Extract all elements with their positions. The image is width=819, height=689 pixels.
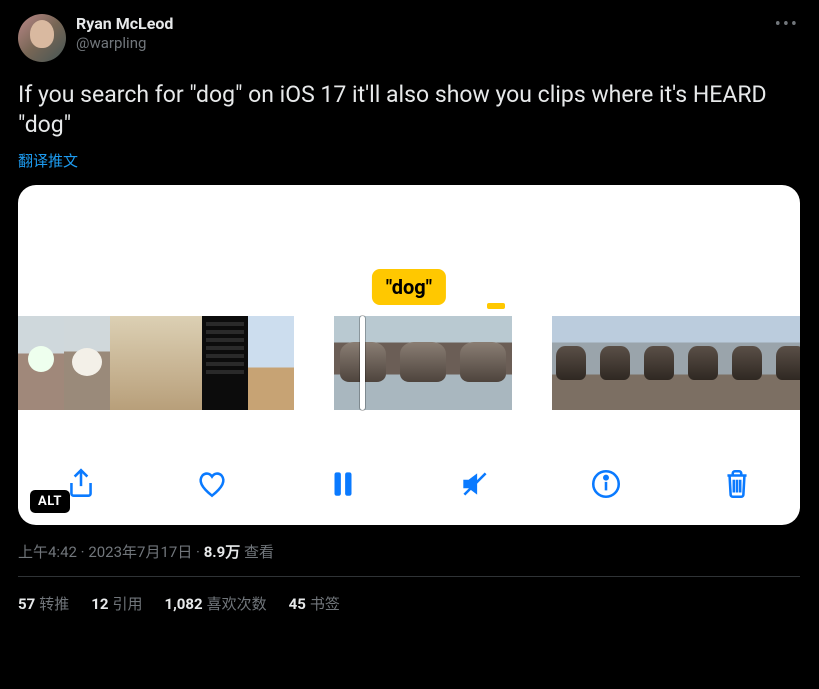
trash-icon[interactable] (718, 465, 756, 503)
stat-retweets[interactable]: 57转推 (18, 593, 69, 614)
meta-time[interactable]: 上午4:42 (18, 543, 77, 561)
stat-bookmarks[interactable]: 45书签 (289, 593, 340, 614)
more-icon[interactable]: ••• (775, 14, 799, 35)
thumbnail (728, 316, 772, 410)
translate-link[interactable]: 翻译推文 (18, 150, 801, 171)
thumbnail (202, 316, 248, 410)
media-toolbar (18, 465, 800, 503)
thumbnail (156, 316, 202, 410)
display-name: Ryan McLeod (76, 14, 173, 34)
info-icon[interactable] (587, 465, 625, 503)
views-count: 8.9万 (204, 543, 241, 561)
handle: @warpling (76, 34, 173, 53)
views-label: 查看 (244, 543, 274, 561)
thumbnail (454, 316, 512, 410)
clip-gap (512, 316, 552, 410)
divider (18, 576, 800, 577)
thumbnail (596, 316, 640, 410)
pill-marker (487, 303, 505, 309)
alt-badge[interactable]: ALT (30, 490, 70, 513)
heart-icon[interactable] (193, 465, 231, 503)
thumbnail (248, 316, 294, 410)
search-pill: "dog" (372, 269, 446, 305)
thumbnail (772, 316, 800, 410)
tweet-text: If you search for "dog" on iOS 17 it'll … (18, 80, 801, 140)
thumbnail (64, 316, 110, 410)
tweet-header: Ryan McLeod @warpling (18, 14, 801, 62)
thumbnail (110, 316, 156, 410)
pause-icon[interactable] (324, 465, 362, 503)
clip-group-3 (552, 316, 800, 410)
thumbnail (552, 316, 596, 410)
thumbnail (394, 316, 454, 410)
playhead[interactable] (360, 316, 365, 410)
tweet-meta: 上午4:42 · 2023年7月17日 · 8.9万 查看 (18, 541, 801, 562)
meta-date[interactable]: 2023年7月17日 (88, 543, 192, 561)
author-names[interactable]: Ryan McLeod @warpling (76, 14, 173, 53)
thumbnail (18, 316, 64, 410)
tweet-stats: 57转推 12引用 1,082喜欢次数 45书签 (18, 593, 801, 614)
thumbnail (640, 316, 684, 410)
timeline-strip[interactable] (18, 316, 800, 410)
tweet: Ryan McLeod @warpling ••• If you search … (0, 0, 819, 628)
media-card[interactable]: "dog" (18, 185, 800, 525)
mute-icon[interactable] (456, 465, 494, 503)
avatar[interactable] (18, 14, 66, 62)
stat-likes[interactable]: 1,082喜欢次数 (164, 593, 266, 614)
clip-group-1 (18, 316, 294, 410)
stat-quotes[interactable]: 12引用 (91, 593, 142, 614)
clip-gap (294, 316, 334, 410)
thumbnail (684, 316, 728, 410)
